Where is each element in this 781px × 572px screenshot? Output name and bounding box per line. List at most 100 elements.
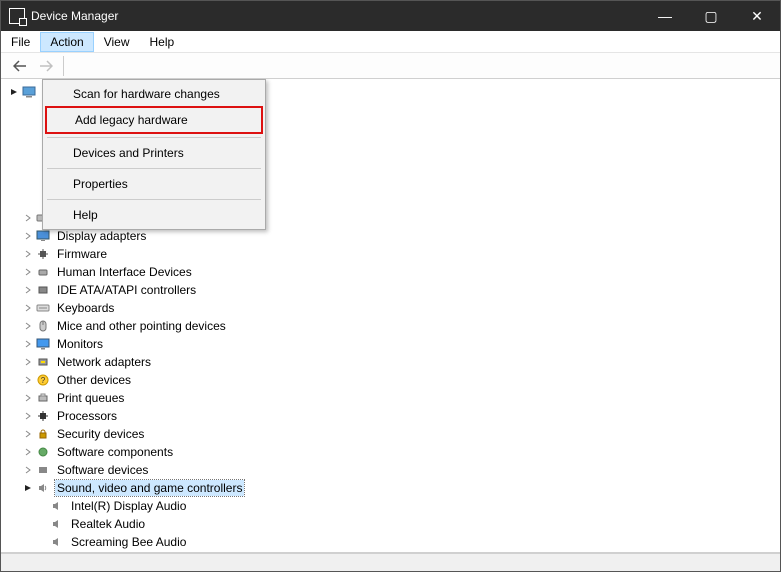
hid-icon <box>35 264 51 280</box>
expander-icon[interactable] <box>21 211 35 225</box>
svg-text:?: ? <box>41 376 46 385</box>
tree-leaf-intel-audio[interactable]: Intel(R) Display Audio <box>7 497 780 515</box>
ide-icon <box>35 282 51 298</box>
expander-icon[interactable] <box>21 265 35 279</box>
back-arrow-icon <box>13 60 27 72</box>
display-icon <box>35 228 51 244</box>
other-icon: ? <box>35 372 51 388</box>
statusbar <box>1 553 780 571</box>
tree-item-network[interactable]: Network adapters <box>7 353 780 371</box>
menu-properties[interactable]: Properties <box>45 172 263 196</box>
maximize-button[interactable]: ▢ <box>688 1 734 31</box>
tree-item-label: Storage controllers <box>55 552 160 553</box>
tree-item-label: Realtek Audio <box>69 516 147 532</box>
tree-item-monitors[interactable]: Monitors <box>7 335 780 353</box>
back-button[interactable] <box>9 55 31 77</box>
tree-item-label: Software components <box>55 444 175 460</box>
cpu-icon <box>35 408 51 424</box>
expander-icon[interactable] <box>21 481 35 495</box>
keyboard-icon <box>35 300 51 316</box>
tree-item-sw-components[interactable]: Software components <box>7 443 780 461</box>
security-icon <box>35 426 51 442</box>
expander-icon[interactable] <box>21 247 35 261</box>
tree-leaf-realtek-audio[interactable]: Realtek Audio <box>7 515 780 533</box>
tree-item-firmware[interactable]: Firmware <box>7 245 780 263</box>
forward-arrow-icon <box>39 60 53 72</box>
menu-separator <box>47 199 261 200</box>
tree-item-processors[interactable]: Processors <box>7 407 780 425</box>
tree-item-label: Software devices <box>55 462 150 478</box>
tree-item-label: Security devices <box>55 426 146 442</box>
tree-item-mice[interactable]: Mice and other pointing devices <box>7 317 780 335</box>
tree-item-print[interactable]: Print queues <box>7 389 780 407</box>
tree-item-storage[interactable]: Storage controllers <box>7 551 780 553</box>
expander-icon[interactable] <box>21 229 35 243</box>
network-icon <box>35 354 51 370</box>
tree-item-label: Network adapters <box>55 354 153 370</box>
chip-icon <box>35 246 51 262</box>
speaker-icon <box>49 516 65 532</box>
menu-scan-hardware[interactable]: Scan for hardware changes <box>45 82 263 106</box>
close-button[interactable]: ✕ <box>734 1 780 31</box>
expander-icon[interactable] <box>21 337 35 351</box>
expander-icon[interactable] <box>21 409 35 423</box>
menu-help-item[interactable]: Help <box>45 203 263 227</box>
speaker-icon <box>49 498 65 514</box>
tree-item-label: Human Interface Devices <box>55 264 194 280</box>
tree-item-label: Display adapters <box>55 228 148 244</box>
menu-action[interactable]: Action <box>40 32 93 52</box>
mouse-icon <box>35 318 51 334</box>
toolbar-divider <box>63 56 64 76</box>
expander-icon[interactable] <box>21 445 35 459</box>
tree-item-security[interactable]: Security devices <box>7 425 780 443</box>
tree-item-label: Other devices <box>55 372 133 388</box>
tree-item-label: IDE ATA/ATAPI controllers <box>55 282 198 298</box>
toolbar <box>1 53 780 79</box>
speaker-icon <box>35 480 51 496</box>
tree-item-ide[interactable]: IDE ATA/ATAPI controllers <box>7 281 780 299</box>
tree-item-hid[interactable]: Human Interface Devices <box>7 263 780 281</box>
storage-icon <box>35 552 51 553</box>
expander-icon[interactable] <box>21 319 35 333</box>
tree-item-sw-devices[interactable]: Software devices <box>7 461 780 479</box>
printer-icon <box>35 390 51 406</box>
tree-item-label: Sound, video and game controllers <box>55 480 244 496</box>
menu-devices-and-printers[interactable]: Devices and Printers <box>45 141 263 165</box>
tree-item-label: Intel(R) Display Audio <box>69 498 188 514</box>
menu-file[interactable]: File <box>1 32 40 52</box>
speaker-icon <box>49 534 65 550</box>
expander-icon[interactable] <box>21 391 35 405</box>
titlebar: Device Manager — ▢ ✕ <box>1 1 780 31</box>
tree-item-label: Print queues <box>55 390 126 406</box>
forward-button[interactable] <box>35 55 57 77</box>
computer-icon <box>21 84 37 100</box>
tree-item-other[interactable]: ? Other devices <box>7 371 780 389</box>
action-dropdown: Scan for hardware changes Add legacy har… <box>42 79 266 230</box>
app-icon <box>9 8 25 24</box>
swdev-icon <box>35 462 51 478</box>
tree-item-label: Monitors <box>55 336 105 352</box>
expander-icon[interactable] <box>21 373 35 387</box>
monitor-icon <box>35 336 51 352</box>
expander-icon[interactable] <box>21 355 35 369</box>
tree-item-sound[interactable]: Sound, video and game controllers <box>7 479 780 497</box>
menu-view[interactable]: View <box>94 32 140 52</box>
menu-help[interactable]: Help <box>140 32 185 52</box>
expander-icon[interactable] <box>21 463 35 477</box>
tree-item-label: Firmware <box>55 246 109 262</box>
menu-add-legacy-hardware[interactable]: Add legacy hardware <box>45 106 263 134</box>
expander-icon[interactable] <box>21 283 35 297</box>
content-area: Scan for hardware changes Add legacy har… <box>1 79 780 553</box>
expander-icon[interactable] <box>21 427 35 441</box>
menu-separator <box>47 137 261 138</box>
tree-item-label: Screaming Bee Audio <box>69 534 188 550</box>
minimize-button[interactable]: — <box>642 1 688 31</box>
tree-item-label: Keyboards <box>55 300 116 316</box>
menu-separator <box>47 168 261 169</box>
expander-icon[interactable] <box>7 85 21 99</box>
tree-item-keyboards[interactable]: Keyboards <box>7 299 780 317</box>
tree-item-label: Mice and other pointing devices <box>55 318 228 334</box>
tree-leaf-screaming-bee[interactable]: Screaming Bee Audio <box>7 533 780 551</box>
expander-icon[interactable] <box>21 301 35 315</box>
menubar: File Action View Help <box>1 31 780 53</box>
